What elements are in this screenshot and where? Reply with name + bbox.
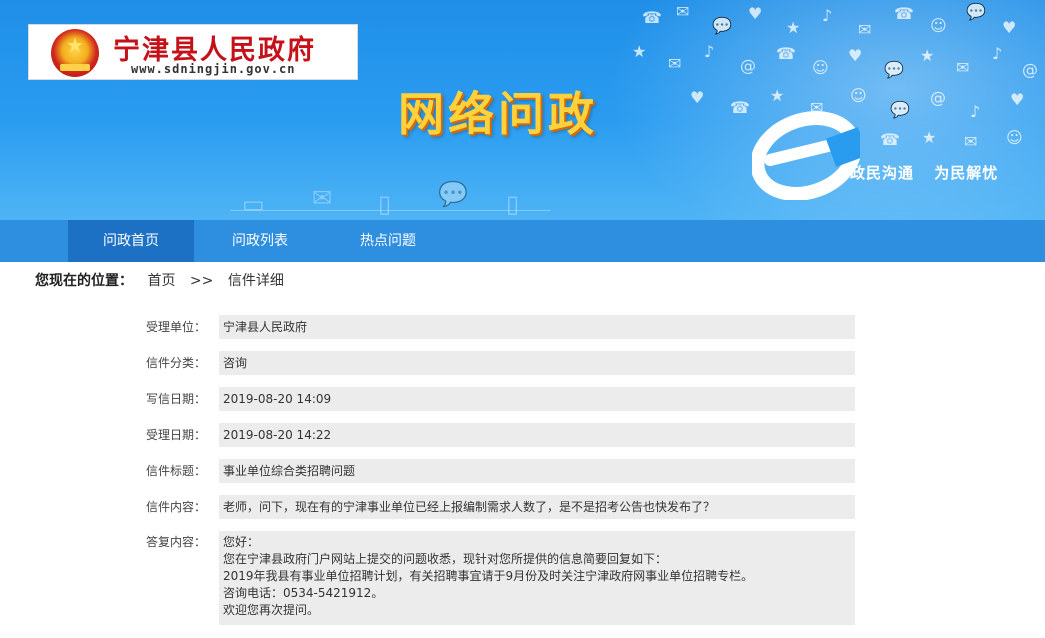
smile-icon: ☺ [1006,128,1023,147]
national-emblem-icon: ★ [51,29,99,77]
monitor-icon: ▭ [242,190,265,218]
mail-icon: ✉ [676,2,690,21]
field-value: 事业单位综合类招聘问题 [219,459,855,483]
chat-icon: 💬 [890,100,910,119]
section-title: 网络问政 [398,87,598,141]
mail-icon: ✉ [964,132,978,151]
field-label: 受理单位： [146,320,207,334]
breadcrumb-current: 信件详细 [227,273,284,289]
star-icon: ★ [920,46,935,65]
e-government-logo-icon [752,111,860,200]
main-nav: 问政首页 问政列表 热点问题 [0,220,1045,262]
reply-line: 咨询电话：0534-5421912。 [223,586,384,600]
mobile-icon: ▯ [378,190,392,218]
at-icon: @ [1022,60,1038,79]
star-icon: ★ [770,86,785,105]
reply-line: 您在宁津县政府门户网站上提交的问题收悉，现针对您所提供的信息简要回复如下： [223,552,668,566]
breadcrumb-home-link[interactable]: 首页 [147,273,175,289]
tab-hot[interactable]: 热点问题 [326,220,450,262]
chat-icon: 💬 [712,16,732,35]
reply-line: 欢迎您再次提问。 [223,603,320,617]
heart-icon: ♥ [748,4,763,23]
slogan: 政民沟通 为民解忧 [850,162,998,183]
site-url: www.sdningjin.gov.cn [131,62,296,76]
field-label: 受理日期： [146,428,207,442]
tab-home[interactable]: 问政首页 [68,220,194,262]
star-icon: ★ [786,18,801,37]
heart-icon: ♥ [1002,18,1017,37]
slogan-part: 政民沟通 [850,164,915,182]
banner-device-strip: ▭ ✉ ▯ 💬 ▯ [230,180,550,220]
field-value: 宁津县人民政府 [219,315,855,339]
field-value: 咨询 [219,351,855,375]
heart-icon: ♥ [690,88,705,107]
breadcrumb-separator: >> [189,273,214,289]
phone-icon: ☎ [880,130,900,149]
smile-icon: ☺ [930,16,947,35]
chat-icon: 💬 [438,180,468,208]
field-value: 2019-08-20 14:22 [219,423,855,447]
music-icon: ♪ [704,42,715,61]
smile-icon: ☺ [850,86,867,105]
phone-icon: ☎ [642,8,662,27]
field-label: 信件内容： [146,500,207,514]
field-value: 老师，问下，现在有的宁津事业单位已经上报编制需求人数了，是不是招考公告也快发布了… [219,495,855,519]
at-icon: @ [930,88,946,107]
mail-icon: ✉ [858,20,872,39]
music-icon: ♪ [822,6,833,25]
music-icon: ♪ [992,44,1003,63]
heart-icon: ♥ [848,46,863,65]
field-label: 答复内容： [146,535,207,549]
chat-icon: 💬 [966,2,986,21]
star-icon: ★ [632,42,647,61]
reply-content: 您好： 您在宁津县政府门户网站上提交的问题收悉，现针对您所提供的信息简要回复如下… [219,531,855,625]
at-icon: @ [740,56,756,75]
breadcrumb-label: 您现在的位置： [35,273,133,289]
tablet-icon: ▯ [506,190,520,218]
site-logo[interactable]: ★ 宁津县人民政府 www.sdningjin.gov.cn [28,24,358,80]
chat-icon: 💬 [884,60,904,79]
star-icon: ★ [922,128,937,147]
breadcrumb: 您现在的位置： 首页 >> 信件详细 [0,262,1045,300]
mail-icon: ✉ [312,184,333,212]
mail-icon: ✉ [956,58,970,77]
field-label: 信件标题： [146,464,207,478]
tab-list[interactable]: 问政列表 [198,220,322,262]
mail-icon: ✉ [668,54,682,73]
heart-icon: ♥ [1010,90,1025,109]
phone-icon: ☎ [776,44,796,63]
phone-icon: ☎ [730,98,750,117]
field-value: 2019-08-20 14:09 [219,387,855,411]
phone-icon: ☎ [894,4,914,23]
header-banner: ★ 宁津县人民政府 www.sdningjin.gov.cn 网络问政 ☎ ✉ … [0,0,1045,220]
field-label: 写信日期： [146,392,207,406]
slogan-part: 为民解忧 [934,164,999,182]
reply-line: 您好： [223,535,260,549]
field-label: 信件分类： [146,356,207,370]
music-icon: ♪ [970,102,981,121]
smile-icon: ☺ [812,58,829,77]
reply-line: 2019年我县有事业单位招聘计划，有关招聘事宜请于9月份及时关注宁津政府网事业单… [223,569,754,583]
